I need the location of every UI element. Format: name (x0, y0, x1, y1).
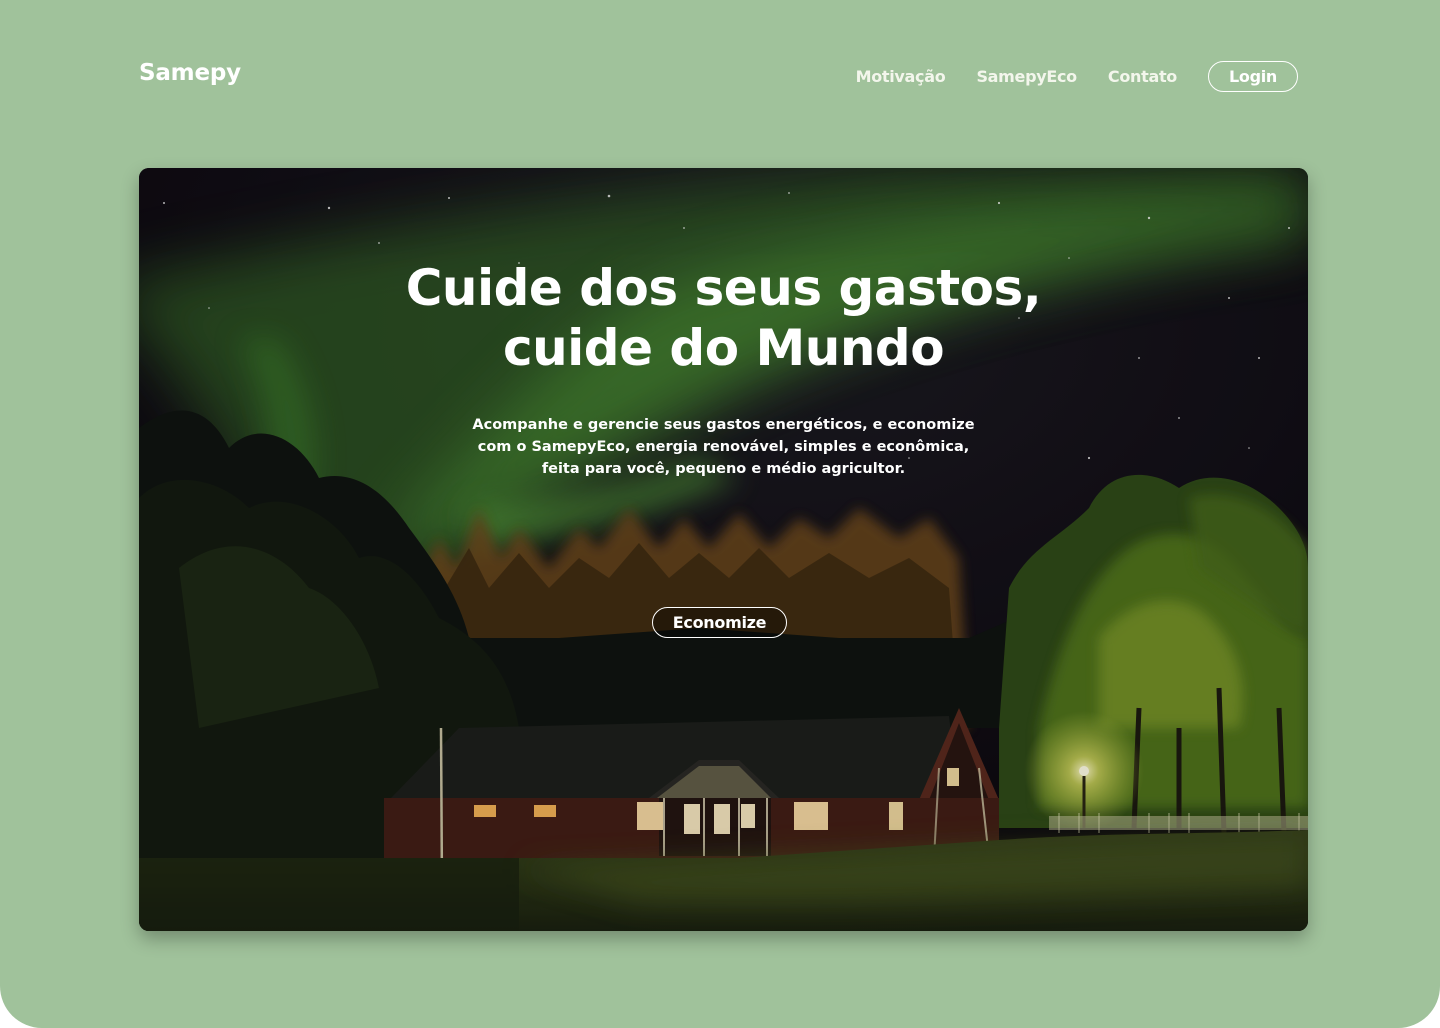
economize-button[interactable]: Economize (652, 607, 787, 638)
hero-title-line-2: cuide do Mundo (502, 319, 945, 377)
main-nav: Motivação SamepyEco Contato Login (856, 61, 1298, 92)
brand-logo[interactable]: Samepy (139, 60, 241, 86)
login-button[interactable]: Login (1208, 61, 1298, 92)
hero-title-line-1: Cuide dos seus gastos, (405, 259, 1042, 317)
nav-link-motivacao[interactable]: Motivação (856, 67, 946, 86)
hero-title: Cuide dos seus gastos, cuide do Mundo (139, 258, 1308, 378)
hero-banner: Cuide dos seus gastos, cuide do Mundo Ac… (139, 168, 1308, 931)
page: Samepy Motivação SamepyEco Contato Login (0, 0, 1440, 1028)
hero-subtitle: Acompanhe e gerencie seus gastos energét… (472, 417, 975, 477)
nav-link-contato[interactable]: Contato (1108, 67, 1177, 86)
nav-link-samepyeco[interactable]: SamepyEco (976, 67, 1077, 86)
